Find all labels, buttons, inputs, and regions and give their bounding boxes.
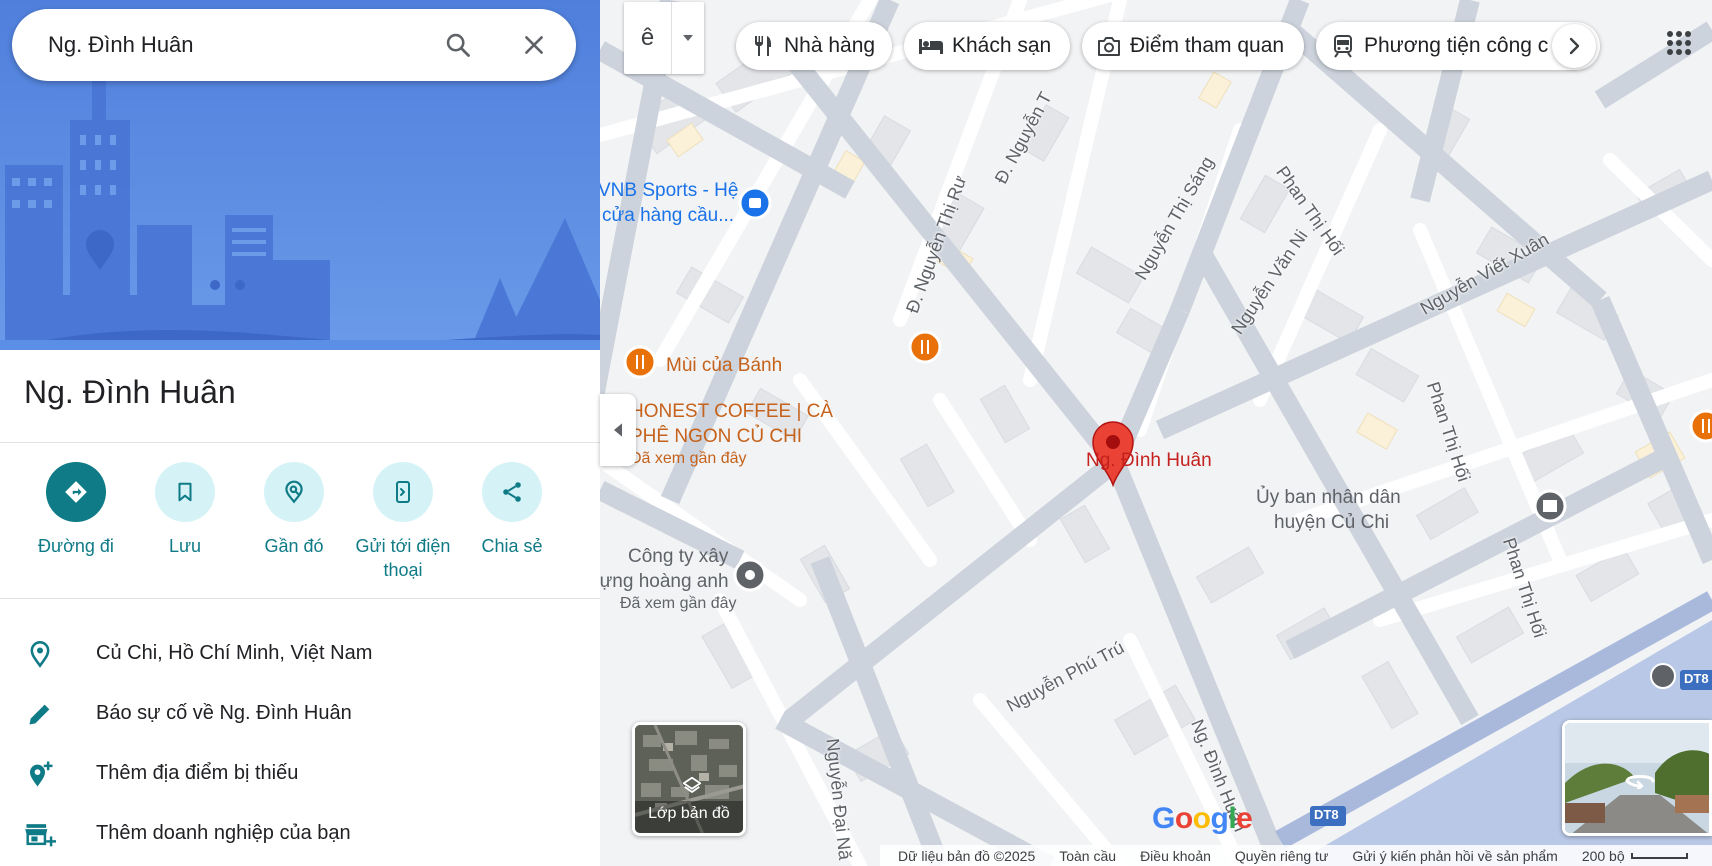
share-label: Chia sẻ [481, 536, 543, 556]
map-layers-button[interactable]: Lớp bản đồ [632, 722, 746, 836]
highway-shield-label: DT8 [1684, 671, 1709, 686]
chip-attractions-label: Điểm tham quan [1130, 34, 1285, 57]
global-link[interactable]: Toàn cầu [1059, 848, 1116, 864]
search-icon [446, 33, 470, 57]
directions-label: Đường đi [38, 536, 114, 556]
search-box [12, 9, 576, 81]
map-layers-label: Lớp bản đồ [648, 805, 730, 822]
directions-button[interactable]: Đường đi [21, 462, 131, 558]
street-view-thumbnail[interactable] [1562, 720, 1712, 836]
send-to-phone-button[interactable]: Gửi tới điện thoại [348, 462, 458, 582]
directions-icon [65, 481, 87, 503]
poi-congty-line1[interactable]: Công ty xây [628, 546, 728, 568]
send-to-phone-label: Gửi tới điện thoại [355, 536, 451, 580]
search-button[interactable] [440, 27, 476, 63]
chevron-left-icon [614, 423, 622, 437]
map-data-credit: Dữ liệu bản đồ ©2025 [898, 847, 1036, 864]
nearby-button[interactable]: Gần đó [239, 462, 349, 558]
privacy-link[interactable]: Quyền riêng tư [1235, 848, 1328, 864]
add-missing-place-row[interactable]: Thêm địa điểm bị thiếu [0, 744, 600, 804]
google-apps-button[interactable] [1658, 22, 1700, 64]
address-text: Củ Chi, Hồ Chí Minh, Việt Nam [96, 642, 373, 664]
bookmark-icon [178, 482, 192, 502]
divider [0, 442, 600, 443]
clear-search-button[interactable] [516, 27, 552, 63]
camera-icon [1098, 37, 1120, 56]
search-input[interactable] [48, 9, 428, 81]
input-tools: ê [624, 2, 704, 74]
add-business-text: Thêm doanh nghiệp của bạn [96, 822, 351, 844]
add-place-icon [30, 761, 53, 787]
train-icon [1334, 35, 1352, 58]
bed-icon [919, 39, 943, 54]
layers-icon [682, 776, 702, 793]
share-icon [503, 482, 521, 502]
map-canvas[interactable]: VNB Sports - Hệ cửa hàng cầu... Mùi của … [600, 0, 1712, 866]
chips-next-button[interactable] [1552, 24, 1596, 68]
scale-line [1630, 852, 1688, 859]
share-button[interactable]: Chia sẻ [457, 462, 567, 558]
poi-honest-line1[interactable]: HONEST COFFEE | CÀ [630, 401, 833, 423]
chip-restaurants-label: Nhà hàng [784, 34, 876, 57]
location-pin-icon [30, 641, 50, 668]
poi-honest-line2[interactable]: PHÊ NGON CỦ CHI [630, 426, 802, 448]
poi-ubnd-line1[interactable]: Ủy ban nhân dân [1256, 487, 1401, 509]
poi-vnb-line2[interactable]: cửa hàng cầu... [602, 205, 734, 227]
address-row[interactable]: Củ Chi, Hồ Chí Minh, Việt Nam [0, 624, 600, 684]
terms-link[interactable]: Điều khoản [1140, 848, 1211, 864]
highway-shield-label: DT8 [1314, 807, 1339, 822]
place-title: Ng. Đình Huân [24, 374, 236, 410]
poi-congty-sub: Đã xem gần đây [620, 595, 737, 612]
add-missing-place-text: Thêm địa điểm bị thiếu [96, 762, 299, 784]
poi-honest-sub: Đã xem gần đây [630, 450, 747, 467]
input-method-glyph: ê [640, 24, 655, 51]
chip-restaurants[interactable]: Nhà hàng [736, 22, 892, 70]
scale-bar[interactable]: 200 bộ [1582, 848, 1625, 864]
poi-vnb-line1[interactable]: VNB Sports - Hệ [600, 180, 738, 202]
close-icon [525, 36, 543, 54]
pencil-icon [29, 704, 50, 725]
nearby-icon [285, 480, 303, 504]
input-method-button[interactable]: ê [624, 2, 672, 74]
chevron-down-icon [683, 35, 693, 41]
poi-congty-line2[interactable]: dựng hoàng anh [600, 571, 729, 593]
rotate-360-icon [1625, 775, 1655, 789]
report-issue-text: Báo sự cố về Ng. Đình Huân [96, 702, 352, 724]
chip-transit-label: Phương tiện công c [1364, 34, 1549, 57]
report-issue-row[interactable]: Báo sự cố về Ng. Đình Huân [0, 684, 600, 744]
chip-hotels-label: Khách sạn [952, 34, 1052, 57]
chip-hotels[interactable]: Khách sạn [904, 22, 1070, 70]
google-logo: Google [1152, 802, 1253, 835]
add-business-row[interactable]: Thêm doanh nghiệp của bạn [0, 804, 600, 864]
poi-mui-cua-banh[interactable]: Mùi của Bánh [666, 355, 782, 377]
place-panel: Ng. Đình Huân Đường đi Lưu Gần đó [0, 0, 600, 866]
chevron-right-icon [1569, 37, 1580, 55]
apps-grid-icon [1667, 31, 1691, 55]
nearby-label: Gần đó [264, 536, 324, 556]
collapse-panel-button[interactable] [600, 394, 636, 466]
divider [0, 598, 600, 599]
feedback-link[interactable]: Gửi ý kiến phản hồi về sản phẩm [1352, 848, 1558, 864]
pin-label[interactable]: Ng. Đình Huân [1086, 450, 1212, 472]
map-footer: Dữ liệu bản đồ ©2025 Toàn cầu Điều khoản… [880, 845, 1712, 866]
input-method-dropdown[interactable] [672, 2, 704, 74]
add-business-icon [25, 824, 56, 847]
save-button[interactable]: Lưu [130, 462, 240, 558]
save-label: Lưu [168, 536, 202, 556]
poi-ubnd-line2[interactable]: huyện Củ Chi [1274, 512, 1389, 534]
chip-attractions[interactable]: Điểm tham quan [1082, 22, 1304, 70]
phone-icon [396, 481, 410, 503]
fork-knife-icon [755, 36, 771, 56]
